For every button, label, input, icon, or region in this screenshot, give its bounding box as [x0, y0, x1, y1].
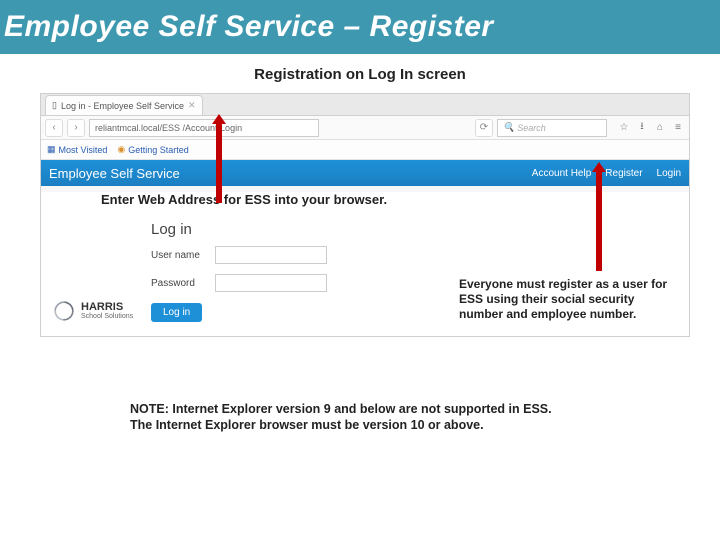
search-icon: 🔍	[503, 122, 514, 133]
swirl-icon: ◉	[117, 144, 125, 155]
tab-strip: ▯ Log in - Employee Self Service ✕	[41, 94, 689, 116]
refresh-button[interactable]: ⟳	[475, 119, 493, 137]
bookmark-label: Getting Started	[128, 145, 189, 155]
logo-swirl-icon	[53, 300, 75, 322]
harris-logo: HARRIS School Solutions	[53, 300, 151, 322]
menu-icon[interactable]: ≡	[671, 121, 685, 135]
back-button[interactable]: ‹	[45, 119, 63, 137]
address-bar-row: ‹ › reliantmcal.local/ESS /Account/Login…	[41, 116, 689, 140]
login-area: HARRIS School Solutions Log in User name…	[41, 213, 689, 336]
bookmark-most-visited[interactable]: ▦ Most Visited	[47, 144, 107, 155]
username-input[interactable]	[215, 246, 327, 264]
close-tab-icon[interactable]: ✕	[188, 100, 196, 111]
username-label: User name	[151, 250, 209, 261]
bookmark-getting-started[interactable]: ◉ Getting Started	[117, 144, 188, 155]
login-form: Log in User name Password Log in	[151, 219, 341, 322]
login-button[interactable]: Log in	[151, 303, 202, 322]
logo-column: HARRIS School Solutions	[51, 219, 151, 322]
slide-subtitle: Registration on Log In screen	[0, 66, 720, 83]
toolbar-icons: ☆ ⭳ ⌂ ≡	[617, 121, 685, 135]
slide-title-bar: Employee Self Service – Register	[0, 0, 720, 54]
grid-icon: ▦	[47, 144, 56, 155]
app-header-links: Account Help Register Login	[532, 168, 681, 179]
callout-register-column: Everyone must register as a user for ESS…	[341, 219, 679, 322]
star-icon[interactable]: ☆	[617, 121, 631, 135]
arrow-to-register	[596, 171, 602, 271]
link-register[interactable]: Register	[605, 168, 642, 179]
tab-favicon: ▯	[52, 100, 57, 111]
logo-text: HARRIS	[81, 301, 123, 313]
browser-search-input[interactable]: 🔍 Search	[497, 119, 607, 137]
link-login[interactable]: Login	[657, 168, 681, 179]
browser-window: ▯ Log in - Employee Self Service ✕ ‹ › r…	[40, 93, 690, 337]
url-input[interactable]: reliantmcal.local/ESS /Account/Login	[89, 119, 319, 137]
bookmark-bar: ▦ Most Visited ◉ Getting Started	[41, 140, 689, 160]
password-label: Password	[151, 278, 209, 289]
tab-title: Log in - Employee Self Service	[61, 101, 184, 111]
callout-register-text: Everyone must register as a user for ESS…	[459, 277, 679, 322]
app-brand: Employee Self Service	[49, 166, 180, 181]
search-placeholder: Search	[517, 123, 546, 133]
footer-note: NOTE: Internet Explorer version 9 and be…	[130, 401, 660, 434]
download-icon[interactable]: ⭳	[635, 121, 649, 135]
logo-subtext: School Solutions	[81, 313, 133, 320]
browser-tab[interactable]: ▯ Log in - Employee Self Service ✕	[45, 95, 203, 115]
slide-title: Employee Self Service – Register	[4, 10, 494, 44]
home-icon[interactable]: ⌂	[653, 121, 667, 135]
login-heading: Log in	[151, 221, 341, 238]
password-input[interactable]	[215, 274, 327, 292]
forward-button[interactable]: ›	[67, 119, 85, 137]
link-account-help[interactable]: Account Help	[532, 168, 591, 179]
arrow-to-url	[216, 123, 222, 203]
footer-note-line1: NOTE: Internet Explorer version 9 and be…	[130, 401, 660, 417]
footer-note-line2: The Internet Explorer browser must be ve…	[130, 417, 660, 433]
bookmark-label: Most Visited	[59, 145, 108, 155]
